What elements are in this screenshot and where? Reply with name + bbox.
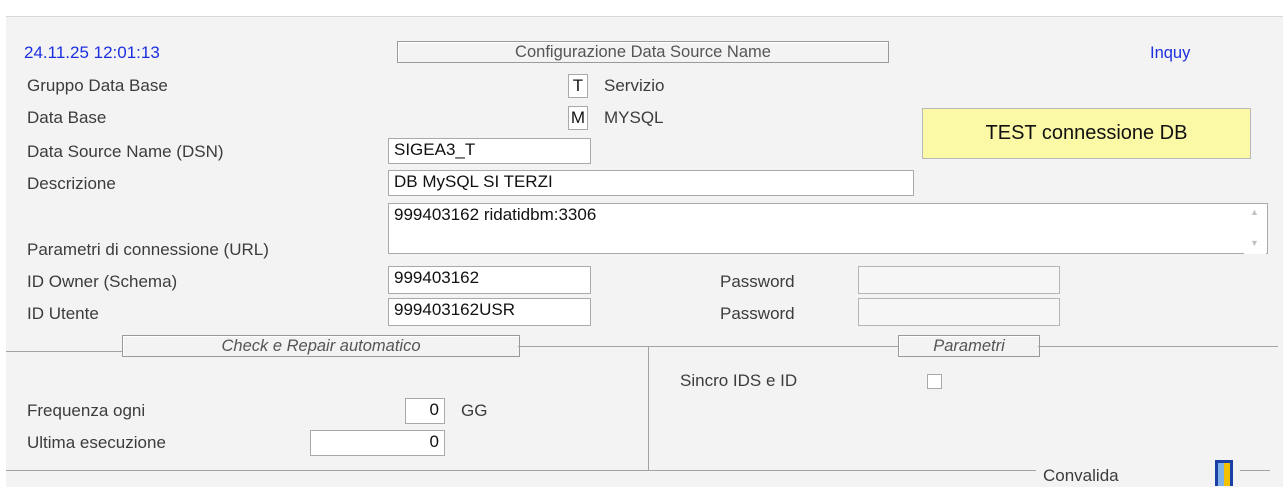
- parametri-title: Parametri: [898, 335, 1040, 357]
- owner-password-label: Password: [720, 272, 795, 291]
- timestamp: 24.11.25 12:01:13: [24, 43, 160, 62]
- test-connection-button[interactable]: TEST connessione DB: [922, 108, 1251, 159]
- url-label: Parametri di connessione (URL): [27, 240, 269, 259]
- page-title: Configurazione Data Source Name: [397, 41, 889, 63]
- descrizione-input[interactable]: DB MySQL SI TERZI: [388, 170, 914, 196]
- gruppo-db-code-input[interactable]: T: [568, 74, 588, 98]
- scroll-up-icon[interactable]: ▲: [1250, 207, 1259, 217]
- utente-label: ID Utente: [27, 304, 99, 323]
- section-divider: [648, 346, 649, 471]
- user-name: Inquy: [1150, 44, 1191, 62]
- section-divider: [6, 470, 1036, 471]
- door-icon[interactable]: [1212, 460, 1236, 486]
- utente-input[interactable]: 999403162USR: [388, 298, 591, 326]
- owner-input[interactable]: 999403162: [388, 266, 591, 294]
- frequenza-label: Frequenza ogni: [27, 401, 146, 420]
- ultima-label: Ultima esecuzione: [27, 433, 166, 452]
- url-scrollbar[interactable]: ▲ ▼: [1244, 204, 1266, 254]
- data-base-label: Data Base: [27, 108, 107, 127]
- gruppo-db-desc: Servizio: [604, 76, 665, 95]
- dsn-label: Data Source Name (DSN): [27, 142, 224, 161]
- utente-password-input[interactable]: [858, 298, 1060, 326]
- section-divider: [1038, 346, 1278, 347]
- ultima-input[interactable]: 0: [310, 430, 445, 456]
- section-divider: [518, 346, 898, 347]
- data-base-code-input[interactable]: M: [568, 106, 588, 130]
- owner-label: ID Owner (Schema): [27, 272, 178, 291]
- section-divider: [6, 351, 122, 352]
- section-divider: [1240, 470, 1270, 471]
- scroll-down-icon[interactable]: ▼: [1250, 238, 1259, 248]
- data-base-desc: MYSQL: [604, 108, 664, 127]
- utente-password-label: Password: [720, 304, 795, 323]
- url-textarea[interactable]: 999403162 ridatidbm:3306: [388, 203, 1268, 254]
- check-repair-title: Check e Repair automatico: [122, 335, 520, 357]
- frequenza-unit: GG: [461, 401, 488, 420]
- sincro-checkbox[interactable]: [927, 374, 942, 389]
- dsn-input[interactable]: SIGEA3_T: [388, 138, 591, 164]
- frequenza-input[interactable]: 0: [405, 398, 445, 424]
- sincro-label: Sincro IDS e ID: [680, 371, 798, 390]
- gruppo-db-label: Gruppo Data Base: [27, 76, 168, 95]
- convalida-label: Convalida: [1043, 466, 1119, 485]
- owner-password-input[interactable]: [858, 266, 1060, 294]
- descrizione-label: Descrizione: [27, 174, 116, 193]
